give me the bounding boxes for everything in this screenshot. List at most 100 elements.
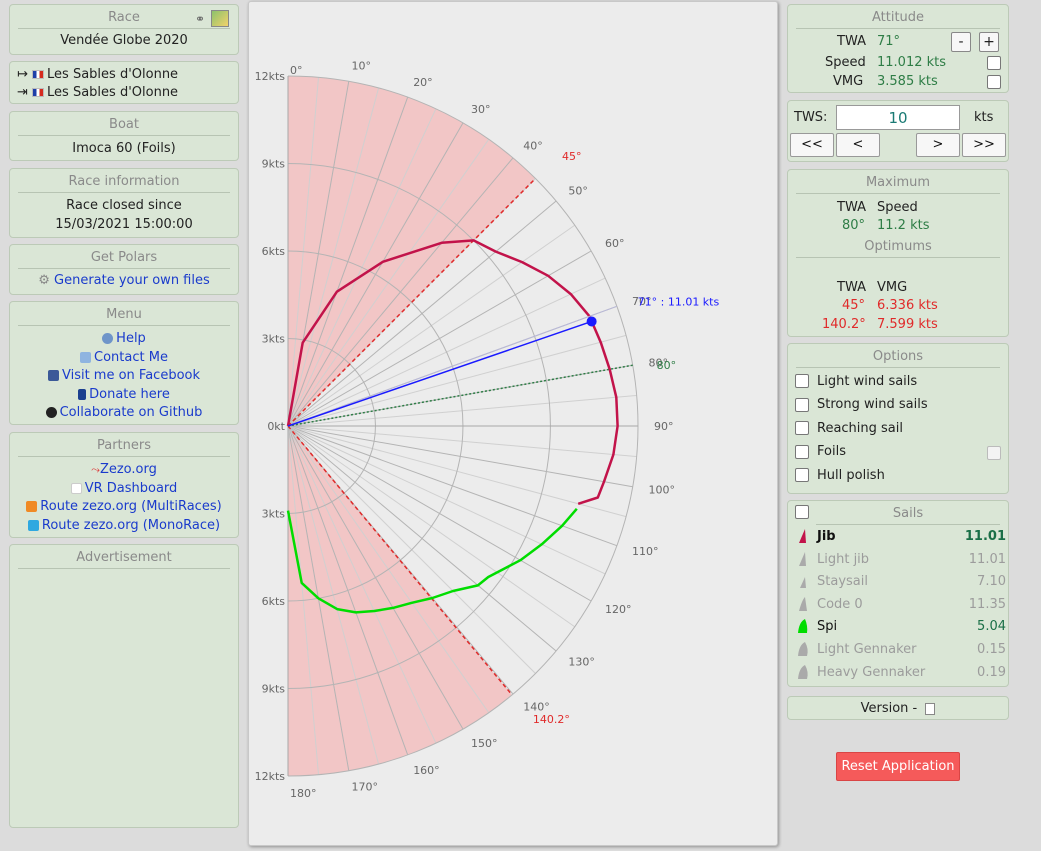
sail-row: Code 0 11.35 <box>794 594 1006 616</box>
optimum-label: 140.2° <box>533 713 570 726</box>
facebook-icon <box>47 370 59 381</box>
foils-checkbox[interactable] <box>795 445 809 459</box>
strong-wind-sails-checkbox[interactable] <box>795 398 809 412</box>
route-panel: ↦ Les Sables d'Olonne ⇥ Les Sables d'Olo… <box>9 61 239 104</box>
cursor-point <box>586 316 597 327</box>
maximum-title: Maximum <box>796 175 1000 194</box>
light-wind-sails-label: Light wind sails <box>817 374 918 389</box>
partners-title: Partners <box>18 438 230 457</box>
vmg-checkbox[interactable] <box>987 75 1001 89</box>
angle-tick-label: 130° <box>568 655 595 668</box>
tws-first-button[interactable]: << <box>790 133 834 157</box>
route-monorace-link[interactable]: Route zezo.org (MonoRace) <box>42 518 220 533</box>
facebook-link[interactable]: Visit me on Facebook <box>62 368 200 383</box>
contact-link[interactable]: Contact Me <box>94 350 168 365</box>
github-icon <box>45 407 57 418</box>
strong-wind-sails-label: Strong wind sails <box>817 397 928 412</box>
sail-name: Spi <box>817 619 838 635</box>
changelog-icon[interactable] <box>925 702 936 715</box>
vmg-value: 3.585 kts <box>877 74 938 89</box>
sail-speed: 11.01 <box>968 551 1006 567</box>
donate-link[interactable]: Donate here <box>89 387 170 402</box>
angle-tick-label: 180° <box>290 787 317 800</box>
angle-tick-label: 10° <box>352 60 372 73</box>
sail-speed: 7.10 <box>977 574 1006 590</box>
sail-name: Light jib <box>817 551 870 567</box>
sail-icon <box>800 577 806 589</box>
contact-icon <box>80 351 92 363</box>
menu-panel: Menu Help Contact Me Visit me on Faceboo… <box>9 301 239 425</box>
github-link[interactable]: Collaborate on Github <box>60 405 203 420</box>
radius-tick-label: 3kts <box>262 508 286 521</box>
cursor-label: 71° : 11.01 kts <box>638 295 720 308</box>
start-marker-icon: ↦ <box>17 67 28 82</box>
sail-icon <box>798 664 808 679</box>
finish-marker-icon: ⇥ <box>17 85 28 100</box>
opt-twa-header: TWA <box>837 280 866 295</box>
partners-panel: Partners ⤳Zezo.org VR Dashboard Route ze… <box>9 432 239 538</box>
angle-tick-label: 50° <box>568 185 588 198</box>
angle-tick-label: 110° <box>632 545 659 558</box>
attitude-title: Attitude <box>796 10 1000 29</box>
angle-tick-label: 170° <box>352 780 379 793</box>
sail-speed: 5.04 <box>977 619 1006 635</box>
sails-all-checkbox[interactable] <box>795 505 809 519</box>
route-multirace-link[interactable]: Route zezo.org (MultiRaces) <box>40 499 221 514</box>
sail-icon <box>799 596 807 611</box>
help-icon <box>102 333 114 344</box>
generate-files-link[interactable]: Generate your own files <box>54 273 210 288</box>
angle-tick-label: 150° <box>471 737 498 750</box>
twa-increment-button[interactable]: + <box>979 32 999 52</box>
sail-name: Jib <box>817 529 836 544</box>
race-status: Race closed since <box>66 198 182 213</box>
radius-tick-label: 12kts <box>255 770 286 783</box>
angle-tick-label: 120° <box>605 603 632 616</box>
version-panel: Version - <box>787 696 1009 720</box>
sail-speed: 11.35 <box>968 596 1006 612</box>
sail-speed: 11.01 <box>964 529 1006 544</box>
speed-value: 11.012 kts <box>877 55 947 70</box>
version-label: Version - <box>860 701 918 716</box>
speed-checkbox[interactable] <box>987 56 1001 70</box>
twa-decrement-button[interactable]: - <box>951 32 971 52</box>
sails-title: Sails <box>816 506 1000 525</box>
angle-tick-label: 140° <box>523 700 550 713</box>
polar-chart[interactable]: 0kt 3kts 3kts 6kts 6kts 9kts 9kts 12kts 12kts 0° 1… <box>249 2 779 847</box>
finish-port: Les Sables d'Olonne <box>47 85 179 100</box>
max-speed-header: Speed <box>877 200 918 215</box>
sail-icon <box>798 642 808 656</box>
map-icon[interactable] <box>211 10 229 27</box>
opt-downwind-twa: 140.2° <box>822 317 866 332</box>
sail-row: Heavy Gennaker 0.19 <box>794 662 1006 684</box>
tws-next-button[interactable]: > <box>916 133 960 157</box>
reset-application-button[interactable]: Reset Application <box>836 752 960 781</box>
max-twa-header: TWA <box>837 200 866 215</box>
sail-name: Heavy Gennaker <box>817 664 926 680</box>
start-row: ↦ Les Sables d'Olonne <box>17 66 178 85</box>
sail-name: Light Gennaker <box>817 642 917 657</box>
reaching-sail-checkbox[interactable] <box>795 421 809 435</box>
light-wind-sails-checkbox[interactable] <box>795 374 809 388</box>
optimums-title: Optimums <box>796 239 1000 258</box>
twa-value: 71° <box>877 34 901 49</box>
tws-last-button[interactable]: >> <box>962 133 1006 157</box>
race-closed-date: 15/03/2021 15:00:00 <box>55 216 193 232</box>
help-link[interactable]: Help <box>116 331 146 346</box>
monorace-icon <box>27 519 39 531</box>
sail-icon <box>799 551 806 566</box>
link-icon[interactable]: ⚭ <box>195 12 205 26</box>
hull-polish-checkbox[interactable] <box>795 468 809 482</box>
vr-dashboard-icon <box>70 482 82 494</box>
tws-input[interactable] <box>836 105 960 130</box>
opt-upwind-vmg: 6.336 kts <box>877 298 938 313</box>
boat-name: Imoca 60 (Foils) <box>72 141 176 156</box>
race-name: Vendée Globe 2020 <box>60 33 188 48</box>
sail-name: Staysail <box>817 574 868 590</box>
max-speed-value: 11.2 kts <box>877 218 930 233</box>
tws-prev-button[interactable]: < <box>836 133 880 157</box>
vr-dashboard-link[interactable]: VR Dashboard <box>85 481 178 496</box>
radius-tick-label: 0kt <box>267 420 285 433</box>
radius-tick-label: 12kts <box>255 70 286 83</box>
hull-polish-label: Hull polish <box>817 468 885 483</box>
zezo-link[interactable]: Zezo.org <box>100 462 157 477</box>
